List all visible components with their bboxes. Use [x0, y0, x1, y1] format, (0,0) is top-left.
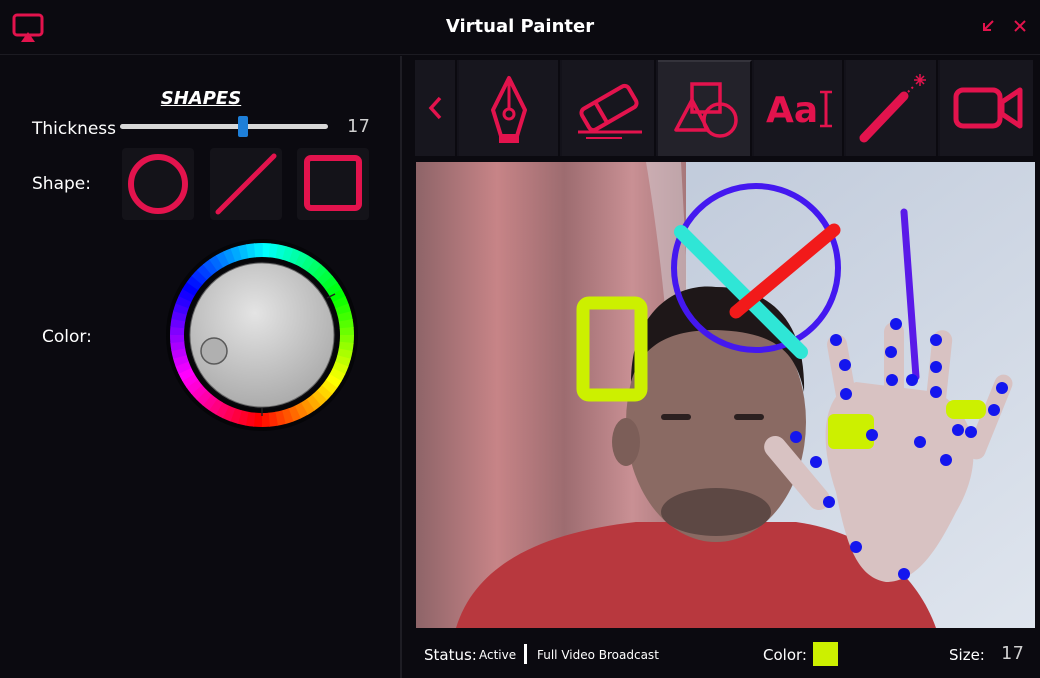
thickness-slider[interactable]	[120, 124, 328, 129]
color-wheel-dial[interactable]	[165, 238, 359, 432]
laser-pointer-icon	[859, 74, 926, 143]
landmark-dot	[898, 568, 910, 580]
chevron-left-icon	[428, 96, 442, 120]
camera-tool-button[interactable]	[940, 60, 1033, 156]
size-label: Size:	[949, 646, 985, 664]
landmark-dot	[886, 374, 898, 386]
svg-text:Aa: Aa	[766, 90, 818, 131]
landmark-dot	[930, 334, 942, 346]
options-panel: SHAPES Thickness 17 Shape: Color:	[0, 56, 402, 678]
section-title: SHAPES	[160, 88, 242, 109]
landmark-dot	[914, 436, 926, 448]
color-dial-handle[interactable]	[200, 337, 228, 365]
line-shape-button[interactable]	[210, 148, 282, 220]
tool-bar: Aa	[415, 60, 1033, 156]
line-icon	[215, 153, 277, 215]
landmark-dot	[988, 404, 1000, 416]
video-feed[interactable]	[416, 162, 1035, 628]
text-tool-button[interactable]: Aa	[754, 60, 844, 156]
color-label: Color:	[42, 327, 92, 347]
close-icon[interactable]	[1012, 18, 1028, 34]
thickness-label: Thickness	[32, 119, 117, 139]
landmark-dot	[890, 318, 902, 330]
video-camera-icon	[953, 87, 1023, 129]
window-title: Virtual Painter	[445, 16, 595, 37]
landmark-dot	[840, 388, 852, 400]
landmark-dot	[952, 424, 964, 436]
shapes-icon	[674, 82, 738, 138]
circle-shape-button[interactable]	[122, 148, 194, 220]
thickness-value: 17	[347, 116, 371, 137]
status-value: Active	[479, 648, 517, 662]
shape-label: Shape:	[32, 174, 91, 194]
square-icon	[304, 155, 362, 211]
eraser-icon	[578, 83, 642, 139]
pen-nib-icon	[491, 76, 527, 143]
status-label: Status:	[424, 646, 477, 664]
landmark-dot	[790, 431, 802, 443]
laser-pointer-tool-button[interactable]	[846, 60, 938, 156]
status-bar: Status: Active Full Video Broadcast Colo…	[405, 630, 1040, 678]
size-value: 17	[1001, 643, 1025, 664]
landmark-dot	[823, 496, 835, 508]
landmark-dot	[885, 346, 897, 358]
shapes-tool-button[interactable]	[658, 60, 752, 156]
status-divider	[524, 644, 527, 664]
landmark-dot	[965, 426, 977, 438]
landmark-dot	[996, 382, 1008, 394]
back-button[interactable]	[415, 60, 457, 156]
landmark-dot	[810, 456, 822, 468]
landmark-dot	[940, 454, 952, 466]
current-color-swatch	[813, 642, 838, 666]
landmark-dot	[930, 386, 942, 398]
landmark-dot	[850, 541, 862, 553]
broadcast-mode: Full Video Broadcast	[537, 648, 659, 662]
pen-tool-button[interactable]	[459, 60, 560, 156]
eraser-tool-button[interactable]	[562, 60, 656, 156]
current-color-label: Color:	[763, 646, 807, 664]
square-shape-button[interactable]	[297, 148, 369, 220]
circle-icon	[128, 154, 188, 214]
thickness-slider-handle[interactable]	[237, 116, 248, 137]
text-icon: Aa	[766, 90, 832, 131]
landmark-dot	[866, 429, 878, 441]
landmark-dot	[830, 334, 842, 346]
landmark-dot	[839, 359, 851, 371]
landmark-dot	[930, 361, 942, 373]
title-bar: Virtual Painter	[0, 0, 1040, 55]
restore-icon[interactable]	[980, 18, 996, 34]
landmark-dot	[906, 374, 918, 386]
